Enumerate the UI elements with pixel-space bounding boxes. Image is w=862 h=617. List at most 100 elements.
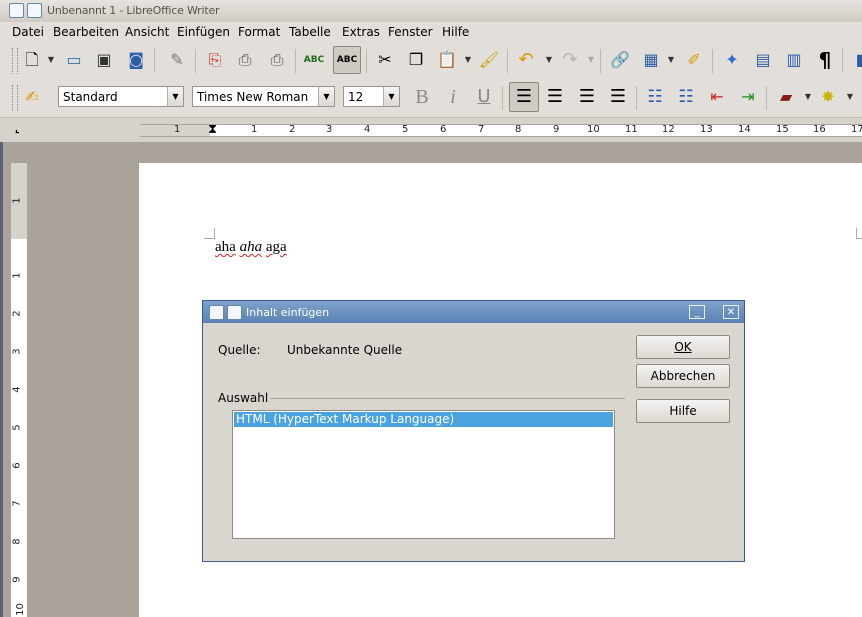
formatting-marks-icon[interactable]: ¶ — [813, 48, 837, 72]
minimize-icon[interactable]: _ — [689, 305, 705, 319]
clone-formatting-icon[interactable]: 🖌 — [477, 48, 501, 72]
toolbar-separator — [766, 86, 767, 110]
font-size-combo[interactable]: 12 ▼ — [343, 86, 400, 107]
menu-einfuegen[interactable]: Einfügen — [177, 25, 230, 39]
data-sources-icon[interactable]: ▥ — [782, 48, 806, 72]
align-right-icon[interactable]: ☰ — [575, 85, 599, 109]
chevron-down-icon[interactable]: ▼ — [318, 87, 334, 106]
menu-ansicht[interactable]: Ansicht — [125, 25, 169, 39]
undo-icon[interactable]: ↶ — [514, 48, 538, 72]
copy-icon[interactable]: ❐ — [404, 48, 428, 72]
export-pdf-icon[interactable]: ⎘ — [203, 48, 227, 72]
ruler-mark: 12 — [662, 124, 675, 135]
gallery-icon[interactable]: ▤ — [751, 48, 775, 72]
source-value: Unbekannte Quelle — [287, 343, 403, 357]
paste-dropdown-arrow-icon[interactable]: ▼ — [463, 48, 473, 72]
align-left-icon[interactable]: ☰ — [509, 82, 539, 112]
menu-tabelle[interactable]: Tabelle — [289, 25, 331, 39]
page-preview-icon[interactable]: ⎙ — [265, 48, 289, 72]
toolbar-grip[interactable] — [12, 48, 18, 74]
decrease-indent-icon[interactable]: ⇤ — [705, 85, 729, 109]
redo-dropdown-arrow-icon[interactable]: ▼ — [586, 48, 596, 72]
print-direct-icon[interactable]: ⎙ — [233, 48, 257, 72]
menu-bearbeiten[interactable]: Bearbeiten — [53, 25, 119, 39]
toolbar-separator — [712, 49, 713, 73]
zoom-icon[interactable]: ▮ — [848, 48, 862, 72]
document-word-italic: aha — [239, 239, 263, 255]
cut-icon[interactable]: ✂ — [373, 48, 397, 72]
increase-indent-icon[interactable]: ⇥ — [736, 85, 760, 109]
hyperlink-icon[interactable]: 🔗 — [608, 48, 632, 72]
paste-icon[interactable]: 📋 — [435, 48, 459, 72]
highlighting-dropdown-arrow-icon[interactable]: ▼ — [845, 85, 855, 109]
menu-extras[interactable]: Extras — [342, 25, 380, 39]
ruler-mark: 11 — [625, 124, 638, 135]
document-text[interactable]: aha aha aga — [215, 239, 287, 256]
edit-file-icon[interactable]: ✎ — [165, 48, 189, 72]
standard-toolbar: 🗋 ▼ ▭ ▣ ◙ ✎ ⎘ ⎙ ⎙ ABC ABC ✂ ❐ 📋 ▼ 🖌 ↶ ▼ … — [0, 42, 862, 79]
numbering-icon[interactable]: ☷ — [643, 85, 667, 109]
styles-and-formatting-icon[interactable]: ✍ — [20, 85, 44, 109]
vruler-mark: 4 — [11, 386, 23, 393]
ruler-mark: 13 — [700, 124, 713, 135]
menu-datei[interactable]: Datei — [12, 25, 44, 39]
dialog-titlebar[interactable]: Inhalt einfügen _ ✕ — [203, 301, 744, 323]
open-folder-icon[interactable]: ▭ — [62, 48, 86, 72]
export-icon[interactable]: ◙ — [124, 48, 148, 72]
help-button[interactable]: Hilfe — [636, 399, 730, 423]
show-draw-functions-icon[interactable]: ✐ — [682, 48, 706, 72]
ruler-mark: 15 — [776, 124, 789, 135]
underline-icon[interactable]: U — [472, 85, 496, 109]
new-dropdown-arrow-icon[interactable]: ▼ — [46, 48, 56, 72]
vruler-mark: 5 — [11, 424, 23, 431]
ok-button[interactable]: OK — [636, 335, 730, 359]
menubar: Datei Bearbeiten Ansicht Einfügen Format… — [0, 22, 862, 42]
vruler-mark: 2 — [11, 310, 23, 317]
navigator-icon[interactable]: ✦ — [720, 48, 744, 72]
toolbar-separator — [600, 49, 601, 73]
italic-icon[interactable]: i — [441, 85, 465, 109]
font-color-dropdown-arrow-icon[interactable]: ▼ — [803, 85, 813, 109]
chevron-down-icon[interactable]: ▼ — [167, 87, 183, 106]
bold-icon[interactable]: B — [410, 85, 434, 109]
group-separator — [270, 398, 625, 399]
font-size-value: 12 — [348, 90, 364, 104]
bullets-icon[interactable]: ☷ — [674, 85, 698, 109]
highlighting-icon[interactable]: ✸ — [816, 85, 840, 109]
table-icon[interactable]: ▦ — [639, 48, 663, 72]
chevron-down-icon[interactable]: ▼ — [383, 87, 399, 106]
toolbar-grip[interactable] — [12, 85, 18, 111]
ruler-mark: 8 — [515, 124, 522, 135]
font-color-icon[interactable]: ▰ — [774, 85, 798, 109]
tab-type-icon[interactable]: ⌞ — [15, 124, 20, 135]
indent-marker-icon[interactable]: ⧗ — [208, 122, 217, 137]
window-menu-icon[interactable] — [27, 3, 42, 18]
format-listbox[interactable]: HTML (HyperText Markup Language) — [232, 410, 615, 539]
save-icon[interactable]: ▣ — [92, 48, 116, 72]
horizontal-ruler[interactable]: ⌞ 1 ⧗ 1 2 3 4 5 6 7 8 9 10 11 12 13 14 1… — [0, 118, 862, 142]
list-item[interactable]: HTML (HyperText Markup Language) — [234, 412, 613, 427]
cancel-button[interactable]: Abbrechen — [636, 364, 730, 388]
autospellcheck-icon[interactable]: ABC — [333, 46, 361, 74]
menu-format[interactable]: Format — [238, 25, 280, 39]
font-name-combo[interactable]: Times New Roman ▼ — [192, 86, 335, 107]
table-dropdown-arrow-icon[interactable]: ▼ — [666, 48, 676, 72]
align-center-icon[interactable]: ☰ — [543, 85, 567, 109]
paragraph-style-combo[interactable]: Standard ▼ — [58, 86, 184, 107]
redo-icon[interactable]: ↷ — [558, 48, 582, 72]
vertical-ruler[interactable]: 1 1 2 3 4 5 6 7 8 9 10 — [10, 163, 28, 617]
font-name-value: Times New Roman — [197, 90, 309, 104]
close-icon[interactable]: ✕ — [723, 305, 739, 319]
justify-icon[interactable]: ☰ — [606, 85, 630, 109]
spellcheck-icon[interactable]: ABC — [302, 48, 326, 72]
source-label: Quelle: — [218, 343, 261, 357]
undo-dropdown-arrow-icon[interactable]: ▼ — [544, 48, 554, 72]
toolbar-separator — [507, 49, 508, 73]
menu-fenster[interactable]: Fenster — [388, 25, 433, 39]
ruler-strip[interactable]: 1 ⧗ 1 2 3 4 5 6 7 8 9 10 11 12 13 14 15 … — [140, 122, 862, 137]
dialog-menu-icon[interactable] — [227, 305, 242, 320]
ruler-mark: 10 — [587, 124, 600, 135]
vruler-mark: 9 — [11, 576, 23, 583]
new-document-icon[interactable]: 🗋 — [20, 48, 44, 72]
menu-hilfe[interactable]: Hilfe — [442, 25, 469, 39]
